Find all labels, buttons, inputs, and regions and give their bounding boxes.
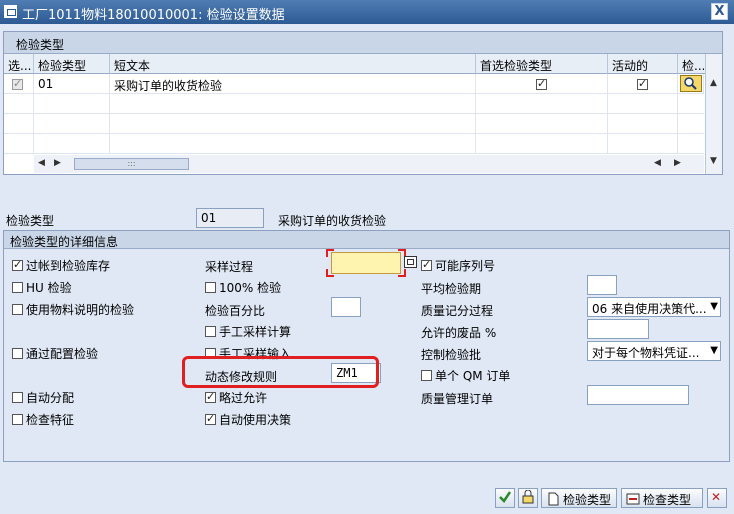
auto-usage-decision-checkbox[interactable] (205, 412, 216, 425)
inspection-type-description: 采购订单的收货检验 (278, 214, 387, 228)
quality-score-select[interactable]: 06 来自使用决策代... ▼ (587, 297, 721, 317)
save-variant-button[interactable] (518, 488, 538, 508)
quality-mgmt-order-field[interactable] (587, 385, 689, 405)
scroll-right-icon[interactable]: ▶ (54, 158, 61, 168)
sampling-procedure-label: 采样过程 (205, 260, 254, 274)
value-help-icon[interactable] (404, 256, 417, 268)
table-row[interactable]: 01 采购订单的收货检验 (4, 74, 704, 94)
chevron-down-icon[interactable]: ▼ (710, 301, 718, 312)
control-lot-select[interactable]: 对于每个物料凭证... ▼ (587, 341, 721, 361)
check-characteristics-checkbox[interactable] (12, 414, 23, 425)
col-header-active[interactable]: 活动的 (608, 54, 678, 74)
table-title: 检验类型 (4, 32, 722, 54)
close-button[interactable]: X (711, 3, 728, 20)
preferred-cell[interactable] (476, 74, 608, 94)
scroll-left-end-icon[interactable]: ◀ (654, 158, 661, 168)
serial-possible-checkbox[interactable] (421, 258, 432, 271)
short-text-cell[interactable]: 采购订单的收货检验 (110, 74, 476, 94)
active-checkbox[interactable] (637, 77, 648, 90)
cancel-button[interactable]: ✕ (707, 488, 727, 508)
control-lot-label: 控制检验批 (421, 348, 482, 362)
col-header-inspection-type[interactable]: 检验类型 (34, 54, 110, 74)
inspection-percent-field[interactable] (331, 297, 361, 317)
col-header-preferred[interactable]: 首选检验类型 (476, 54, 608, 74)
avg-period-field[interactable] (587, 275, 617, 295)
col-header-short-text[interactable]: 短文本 (110, 54, 476, 74)
auto-usage-decision[interactable]: 自动使用决策 (205, 411, 291, 428)
lock-icon (522, 489, 534, 504)
magnifier-icon[interactable] (680, 75, 702, 92)
table-row[interactable] (4, 94, 704, 114)
manual-sample-calc-checkbox[interactable] (205, 326, 216, 337)
skip-allowed-checkbox[interactable] (205, 390, 216, 403)
quality-score-label: 质量记分过程 (421, 304, 494, 318)
inspection-type-label: 检验类型 (6, 214, 55, 228)
post-to-inspection-stock[interactable]: 过帐到检验库存 (12, 257, 110, 274)
checkmark-icon (499, 491, 512, 503)
inspection-type-button[interactable]: 检验类型 (541, 488, 617, 508)
skip-allowed[interactable]: 略过允许 (205, 389, 267, 406)
scroll-down-icon[interactable]: ▼ (710, 156, 717, 166)
config-inspection[interactable]: 通过配置检验 (12, 345, 98, 362)
table-vertical-scrollbar[interactable]: ▲ ▼ (705, 54, 722, 174)
allowed-scrap-label: 允许的废品 % (421, 326, 497, 340)
scroll-left-icon[interactable]: ◀ (38, 158, 45, 168)
chevron-down-icon[interactable]: ▼ (710, 345, 718, 356)
config-inspection-checkbox[interactable] (12, 348, 23, 359)
manual-sample-calc[interactable]: 手工采样计算 (205, 323, 291, 340)
details-title: 检验类型的详细信息 (4, 231, 729, 249)
new-document-icon (548, 492, 559, 506)
material-spec-inspection[interactable]: 使用物料说明的检验 (12, 301, 134, 318)
serial-possible[interactable]: 可能序列号 (421, 257, 495, 274)
scroll-up-icon[interactable]: ▲ (710, 78, 717, 88)
highlight-box (182, 356, 379, 388)
preferred-checkbox[interactable] (536, 77, 547, 90)
required-marker-icon (398, 269, 406, 277)
close-icon: ✕ (711, 490, 722, 504)
percent-100-inspection[interactable]: 100% 检验 (205, 279, 281, 296)
table-row[interactable] (4, 114, 704, 134)
single-qm-order-checkbox[interactable] (421, 370, 432, 381)
title-bar: 工厂1011物料18010010001: 检验设置数据 X (0, 0, 734, 24)
quality-mgmt-order-label: 质量管理订单 (421, 392, 494, 406)
confirm-button[interactable] (495, 488, 515, 508)
hu-inspection-checkbox[interactable] (12, 282, 23, 293)
avg-period-label: 平均检验期 (421, 282, 482, 296)
inspection-percent-label: 检验百分比 (205, 304, 266, 318)
check-type-button[interactable]: 检查类型 (621, 488, 703, 508)
post-to-inspection-stock-checkbox[interactable] (12, 258, 23, 271)
delete-icon (626, 493, 640, 505)
window-icon (4, 5, 17, 18)
scroll-thumb[interactable]: ::: (74, 158, 189, 170)
scroll-right-end-icon[interactable]: ▶ (674, 158, 681, 168)
auto-assignment[interactable]: 自动分配 (12, 389, 74, 406)
table-horizontal-scrollbar[interactable]: ◀ ▶ ::: ◀ ▶ (34, 155, 704, 173)
row-select-checkbox[interactable] (12, 77, 23, 90)
table-row[interactable] (4, 134, 704, 154)
col-header-select[interactable]: 选... (4, 54, 34, 74)
allowed-scrap-field[interactable] (587, 319, 649, 339)
required-marker-icon (326, 249, 334, 257)
inspection-type-field: 01 (196, 208, 264, 228)
sampling-procedure-field[interactable] (331, 252, 401, 274)
inspection-type-cell[interactable]: 01 (34, 74, 110, 94)
auto-assignment-checkbox[interactable] (12, 392, 23, 403)
active-cell[interactable] (608, 74, 678, 94)
check-cell[interactable] (678, 74, 704, 94)
col-header-check[interactable]: 检... (678, 54, 706, 74)
required-marker-icon (326, 269, 334, 277)
row-select-cell[interactable] (4, 74, 34, 94)
material-spec-inspection-checkbox[interactable] (12, 304, 23, 315)
window-title: 工厂1011物料18010010001: 检验设置数据 (22, 8, 285, 23)
check-characteristics[interactable]: 检查特征 (12, 411, 74, 428)
percent-100-inspection-checkbox[interactable] (205, 282, 216, 293)
inspection-type-table: 检验类型 选... 检验类型 短文本 首选检验类型 活动的 检... 01 采购… (3, 31, 723, 175)
hu-inspection[interactable]: HU 检验 (12, 279, 72, 296)
single-qm-order[interactable]: 单个 QM 订单 (421, 367, 510, 384)
